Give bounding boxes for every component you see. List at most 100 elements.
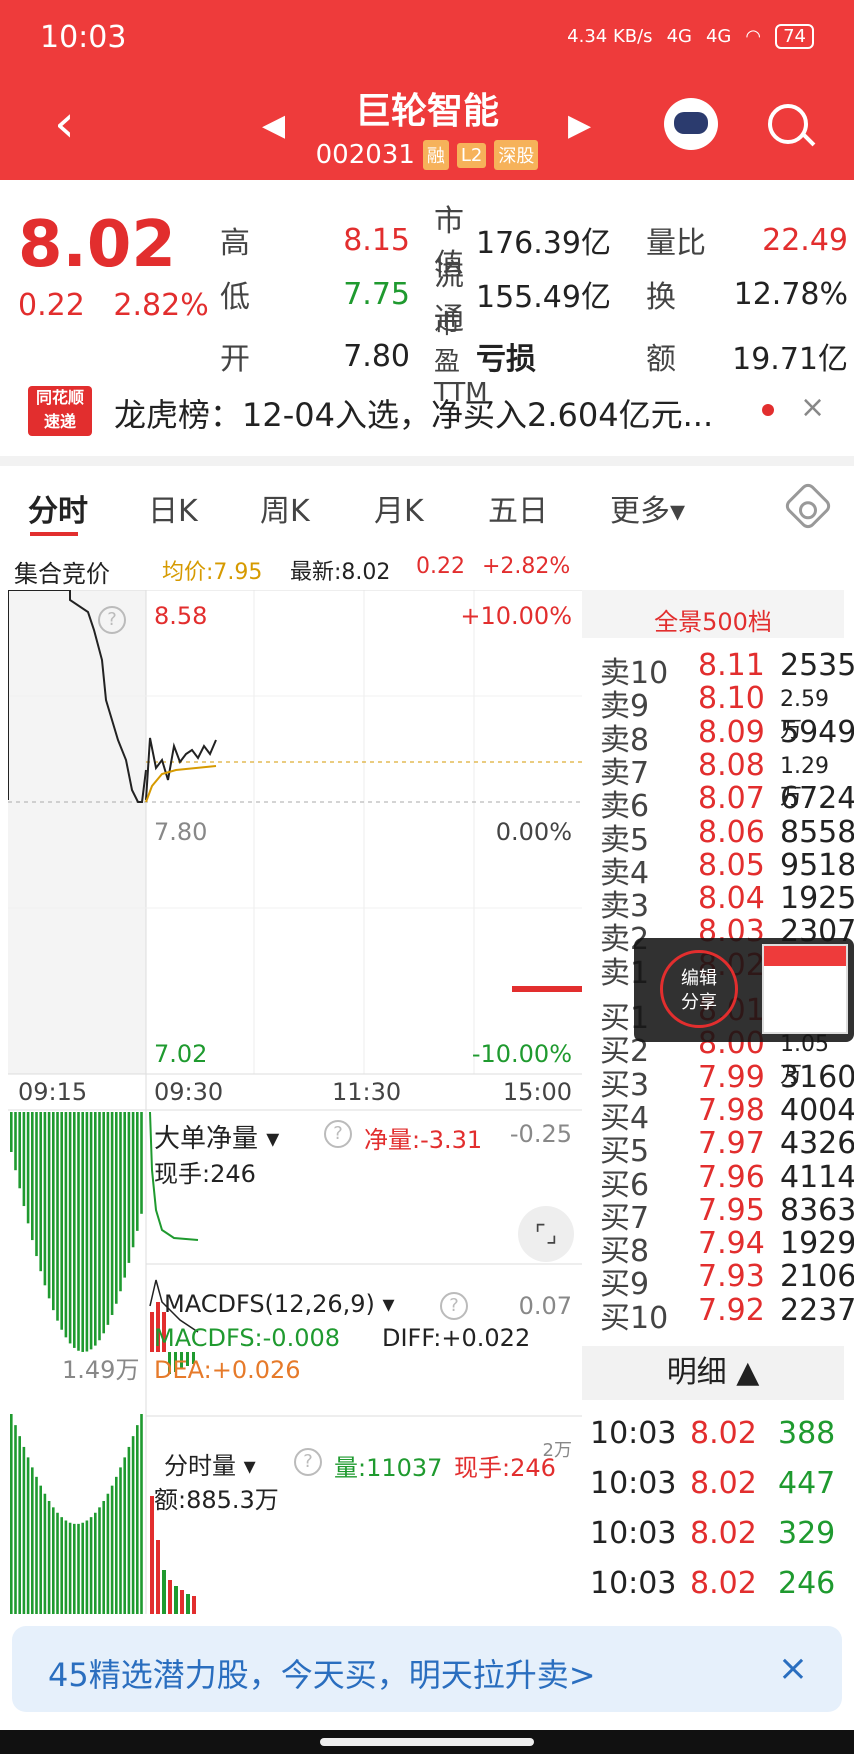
auction-bar <box>94 1112 97 1346</box>
tab-monthly-k[interactable]: 月K <box>374 486 424 530</box>
detail-time: 10:03 <box>590 1466 677 1501</box>
close-banner-icon[interactable]: × <box>778 1648 808 1689</box>
auction-bar <box>110 1112 114 1315</box>
detail-volume: 447 <box>778 1466 836 1501</box>
news-logo-line2: 速递 <box>43 412 76 431</box>
system-nav-bar <box>0 1730 854 1754</box>
next-stock-button[interactable]: ▶ <box>568 108 591 143</box>
auction-bar <box>43 1493 47 1614</box>
order-book-row[interactable]: 卖7 8.08 1.29万 <box>600 747 844 810</box>
tab-timeshare[interactable]: 分时 <box>28 486 88 530</box>
order-book-row[interactable]: 买6 7.96 4114 <box>600 1160 854 1203</box>
order-book-row[interactable]: 买8 7.94 1929 <box>600 1226 854 1269</box>
auction-bar <box>77 1112 80 1351</box>
order-book-title[interactable]: 全景500档 <box>582 602 844 637</box>
volume-amount: 额:885.3万 <box>154 1486 279 1514</box>
level-volume: 4326 <box>780 1126 854 1162</box>
level-price: 7.92 <box>698 1292 765 1328</box>
pct-top-label: +10.00% <box>460 602 572 630</box>
news-text[interactable]: 龙虎榜：12-04入选，净买入2.604亿元... <box>114 390 713 436</box>
order-book-row[interactable]: 买7 7.95 8363 <box>600 1193 854 1236</box>
order-book-row[interactable]: 卖3 8.04 1925 <box>600 881 854 924</box>
promo-banner[interactable]: 45精选潜力股，今天买，明天拉升卖> × <box>12 1626 842 1712</box>
detail-row: 10:03 8.02 447 <box>590 1466 840 1506</box>
auction-bar <box>18 1112 21 1189</box>
level-price: 8.04 <box>698 881 765 917</box>
auction-bar <box>131 1436 135 1614</box>
order-book-row[interactable]: 卖5 8.06 8558 <box>600 814 854 858</box>
level-volume: 4114 <box>780 1159 854 1195</box>
settings-icon[interactable] <box>782 480 834 532</box>
macdfs-value: MACDFS:-0.008 <box>154 1324 341 1352</box>
auction-bar <box>106 1112 110 1325</box>
news-ticker[interactable]: 同花顺 速递 龙虎榜：12-04入选，净买入2.604亿元... × <box>0 368 854 452</box>
auction-bar <box>140 1112 143 1214</box>
auction-bar <box>35 1476 38 1614</box>
auction-bar <box>68 1112 72 1344</box>
auction-bar <box>102 1112 105 1334</box>
detail-header[interactable]: 明细 ▲ <box>582 1346 844 1400</box>
macd-dropdown[interactable]: MACDFS(12,26,9) ▾ <box>164 1290 395 1318</box>
tab-five-day[interactable]: 五日 <box>488 486 548 530</box>
auction-bar <box>22 1446 26 1614</box>
info-pct: +2.82% <box>482 554 571 579</box>
auction-bar <box>89 1112 93 1350</box>
stock-code: 002031 <box>315 140 415 170</box>
badge-shenzhen: 深股 <box>494 140 539 170</box>
auction-bar <box>94 1512 97 1614</box>
level-price: 8.06 <box>698 814 765 850</box>
order-book-row[interactable]: 买3 7.99 3160 <box>600 1060 854 1103</box>
detail-time: 10:03 <box>590 1566 677 1601</box>
volume-dropdown[interactable]: 分时量 ▾ <box>164 1446 256 1481</box>
edit-share-button[interactable]: 编辑 分享 <box>660 950 738 1028</box>
big-order-dropdown[interactable]: 大单净量 ▾ <box>154 1118 279 1155</box>
status-bar: 10:03 4.34 KB/s 4G 4G ◠ 74 <box>0 0 854 80</box>
tab-daily-k[interactable]: 日K <box>148 486 198 530</box>
order-book-row[interactable]: 卖4 8.05 9518 <box>600 848 854 891</box>
order-book-row[interactable]: 卖6 8.07 6724 <box>600 781 854 824</box>
order-book-row[interactable]: 卖8 8.09 5949 <box>600 715 854 758</box>
search-icon[interactable] <box>768 104 808 144</box>
share-overlay[interactable]: 编辑 分享 <box>634 938 854 1042</box>
help-icon[interactable]: ? <box>294 1448 322 1476</box>
current-price-marker <box>512 986 582 992</box>
order-book-row[interactable]: 买9 7.93 2106 <box>600 1259 854 1302</box>
home-indicator[interactable] <box>320 1738 534 1746</box>
order-book-row[interactable]: 买5 7.97 4326 <box>600 1126 854 1169</box>
tab-weekly-k[interactable]: 周K <box>260 486 310 530</box>
auction-label: 集合竞价 <box>14 560 110 588</box>
auction-bar <box>98 1112 101 1341</box>
order-book-row[interactable]: 买10 7.92 2237 <box>600 1292 854 1336</box>
help-icon[interactable]: ? <box>98 606 126 634</box>
pct-mid-label: 0.00% <box>495 818 572 846</box>
level-volume: 8558 <box>780 814 854 850</box>
help-icon[interactable]: ? <box>440 1292 468 1320</box>
auction-volume-bars-lower <box>10 1414 143 1614</box>
quote-panel: 8.02 0.22 2.82% 高 8.15 市值 176.39亿 量比 22.… <box>0 180 854 408</box>
level-price: 7.98 <box>698 1092 765 1128</box>
unread-dot-icon <box>762 404 774 416</box>
robot-assistant-icon[interactable] <box>664 98 718 150</box>
timeshare-chart[interactable]: ? 8.58 7.80 7.02 +10.00% 0.00% -10.00% 0… <box>7 589 582 1614</box>
order-book-row[interactable]: 买4 7.98 4004 <box>600 1092 854 1136</box>
level-volume: 1929 <box>780 1226 854 1262</box>
app-header: 10:03 4.34 KB/s 4G 4G ◠ 74 ‹ ◀ 巨轮智能 0020… <box>0 0 854 180</box>
pct-bottom-label: -10.00% <box>471 1040 572 1068</box>
order-book-row[interactable]: 卖9 8.10 2.59万 <box>600 681 844 743</box>
auction-bar <box>60 1112 63 1330</box>
promo-text[interactable]: 45精选潜力股，今天买，明天拉升卖> <box>48 1650 596 1696</box>
expand-icon[interactable]: ⌜⌟ <box>518 1206 574 1262</box>
close-news-icon[interactable]: × <box>800 390 825 425</box>
order-book-row[interactable]: 卖10 8.11 2535 <box>600 648 854 691</box>
badge-margin: 融 <box>422 140 449 170</box>
big-order-right: -0.25 <box>509 1120 572 1148</box>
auction-bar <box>131 1112 135 1248</box>
screenshot-thumbnail[interactable] <box>762 944 848 1034</box>
detail-volume: 329 <box>778 1516 836 1551</box>
auction-bar <box>77 1523 80 1614</box>
help-icon[interactable]: ? <box>324 1120 352 1148</box>
active-tab-indicator <box>30 532 78 536</box>
tab-more[interactable]: 更多▾ <box>610 486 685 530</box>
auction-area <box>8 590 146 1074</box>
level-price: 8.08 <box>698 747 765 783</box>
